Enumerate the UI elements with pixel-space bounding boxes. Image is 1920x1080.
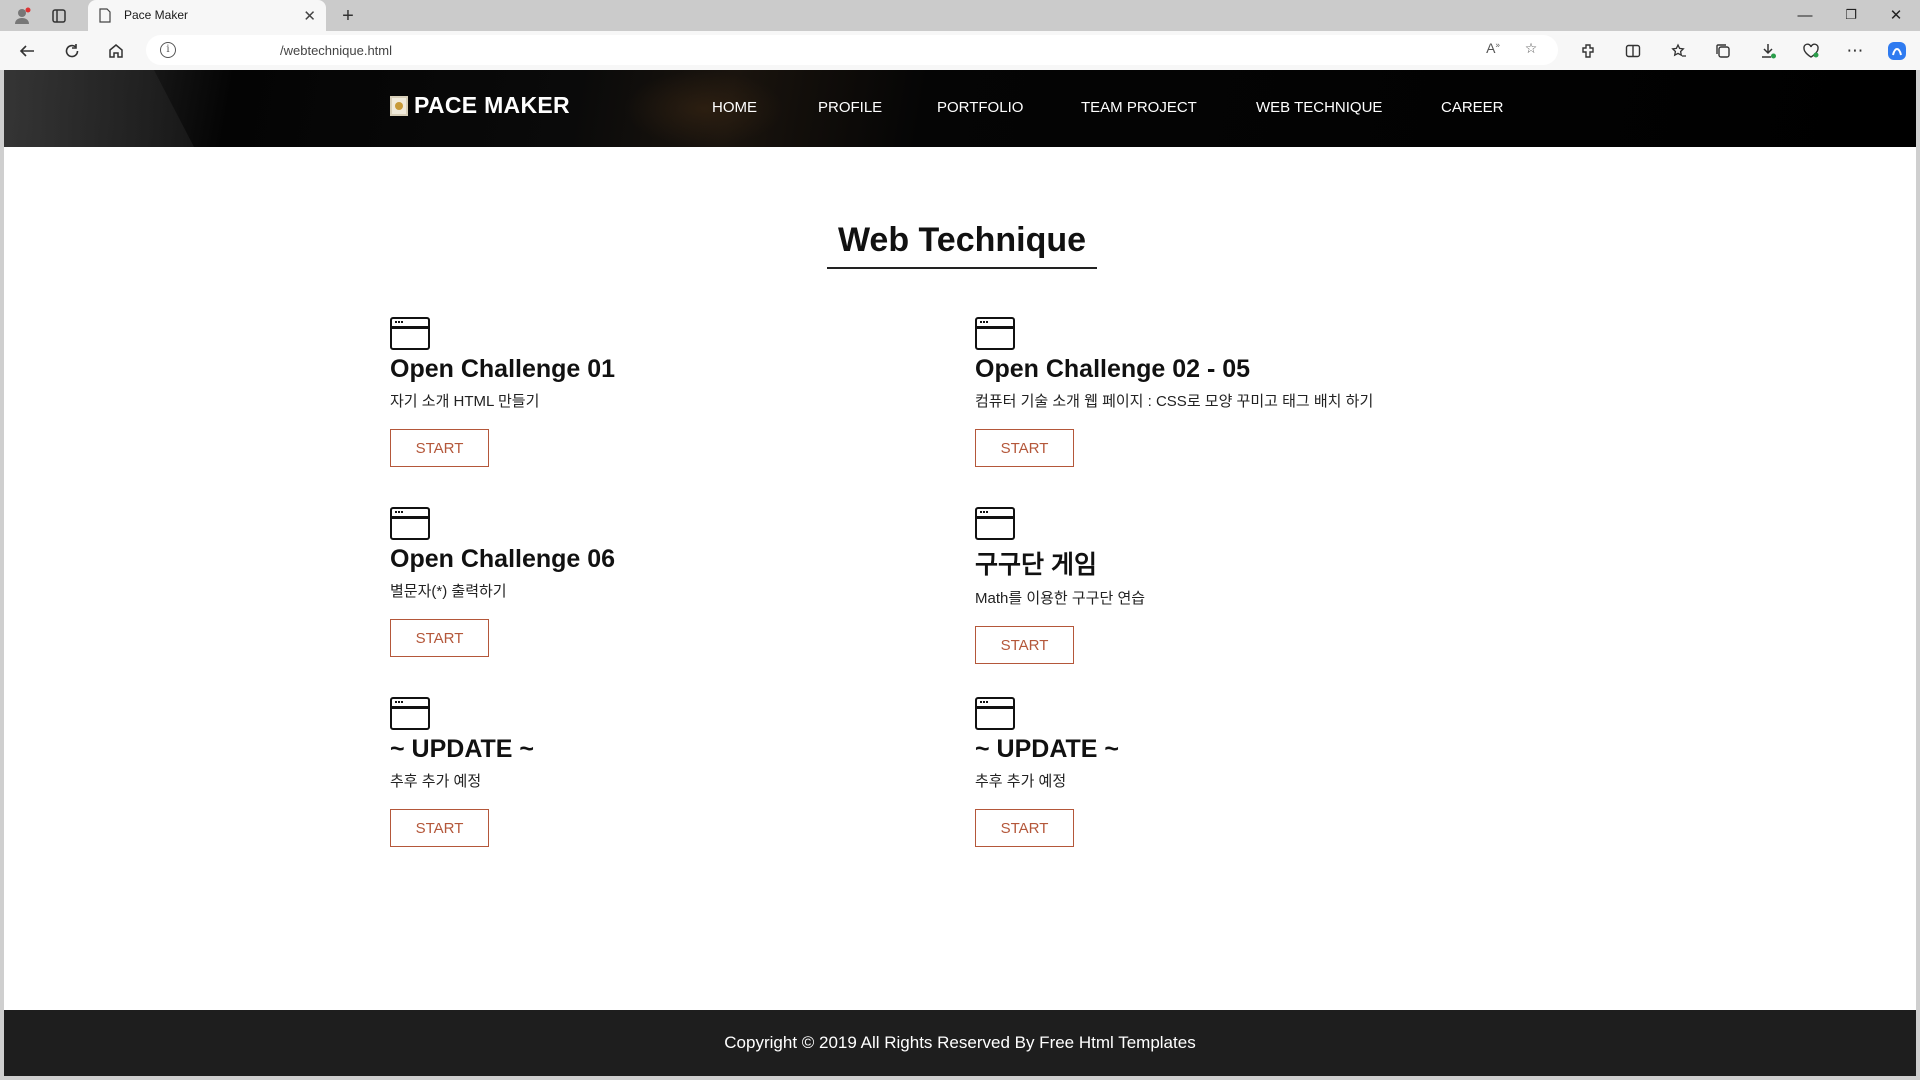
card-title: ~ UPDATE ~	[975, 735, 1120, 763]
card-open-challenge-01: Open Challenge 01 자기 소개 HTML 만들기 START	[390, 317, 950, 467]
nav-home[interactable]: HOME	[712, 99, 757, 116]
read-aloud-icon[interactable]: A»	[1482, 40, 1504, 60]
profile-icon[interactable]	[10, 4, 34, 28]
browser-window-icon	[975, 697, 1015, 730]
card-open-challenge-06: Open Challenge 06 별문자(*) 출력하기 START	[390, 507, 950, 657]
url-text[interactable]: /webtechnique.html	[280, 43, 392, 58]
copyright-text: Copyright © 2019 All Rights Reserved By …	[724, 1033, 1196, 1052]
tab-title: Pace Maker	[124, 8, 189, 22]
favorites-icon[interactable]	[1666, 38, 1692, 64]
card-title: Open Challenge 01	[390, 355, 616, 383]
start-button[interactable]: START	[390, 619, 489, 657]
card-description: Math를 이용한 구구단 연습	[975, 590, 1146, 607]
back-icon[interactable]	[14, 38, 40, 64]
nav-career[interactable]: CAREER	[1441, 99, 1504, 116]
site-header: PACE MAKER HOME PROFILE PORTFOLIO TEAM P…	[4, 70, 1916, 147]
start-button[interactable]: START	[975, 429, 1074, 467]
nav-team-project[interactable]: TEAM PROJECT	[1081, 99, 1197, 116]
browser-tab-bar: Pace Maker ✕ + — ❐ ✕	[0, 0, 1920, 31]
browser-window-icon	[975, 317, 1015, 350]
start-button[interactable]: START	[975, 809, 1074, 847]
home-icon[interactable]	[103, 38, 129, 64]
card-title: Open Challenge 02 - 05	[975, 355, 1251, 383]
nav-web-technique[interactable]: WEB TECHNIQUE	[1256, 99, 1382, 116]
tab-close-icon[interactable]: ✕	[303, 7, 316, 25]
browser-window-icon	[390, 507, 430, 540]
restore-icon[interactable]: ❐	[1831, 3, 1871, 27]
close-window-icon[interactable]: ✕	[1876, 3, 1916, 27]
start-button[interactable]: START	[975, 626, 1074, 664]
card-description: 컴퓨터 기술 소개 웹 페이지 : CSS로 모양 꾸미고 태그 배치 하기	[975, 393, 1374, 410]
logo-text: PACE MAKER	[414, 92, 570, 118]
browser-window-icon	[975, 507, 1015, 540]
copilot-icon[interactable]	[1884, 38, 1910, 64]
header-background-shape	[4, 70, 194, 147]
card-open-challenge-02-05: Open Challenge 02 - 05 컴퓨터 기술 소개 웹 페이지 :…	[975, 317, 1535, 467]
browser-window-icon	[390, 317, 430, 350]
page-title: Web Technique	[826, 221, 1098, 269]
favorite-star-icon[interactable]: ☆	[1520, 40, 1542, 60]
extensions-icon[interactable]	[1575, 38, 1601, 64]
site-footer: Copyright © 2019 All Rights Reserved By …	[4, 1010, 1916, 1076]
nav-portfolio[interactable]: PORTFOLIO	[937, 99, 1023, 116]
card-description: 별문자(*) 출력하기	[390, 583, 507, 600]
card-description: 자기 소개 HTML 만들기	[390, 393, 540, 410]
start-button[interactable]: START	[390, 809, 489, 847]
info-icon[interactable]: i	[160, 42, 176, 58]
page-viewport: PACE MAKER HOME PROFILE PORTFOLIO TEAM P…	[4, 70, 1916, 1076]
downloads-icon[interactable]	[1755, 38, 1781, 64]
address-bar[interactable]: i /webtechnique.html A» ☆	[146, 35, 1558, 65]
card-update-right: ~ UPDATE ~ 추후 추가 예정 START	[975, 697, 1535, 847]
browser-toolbar: i /webtechnique.html A» ☆ ⋯	[0, 31, 1920, 70]
collections-icon[interactable]	[1710, 38, 1736, 64]
header-background-glow	[624, 70, 784, 147]
start-button[interactable]: START	[390, 429, 489, 467]
minimize-icon[interactable]: —	[1785, 3, 1825, 27]
card-description: 추후 추가 예정	[390, 773, 482, 790]
card-title: 구구단 게임	[975, 551, 1097, 579]
card-title: ~ UPDATE ~	[390, 735, 535, 763]
browser-essentials-icon[interactable]	[1798, 38, 1824, 64]
browser-window-icon	[390, 697, 430, 730]
card-title: Open Challenge 06	[390, 545, 616, 573]
logo-icon	[390, 95, 408, 116]
new-tab-icon[interactable]: +	[336, 4, 360, 28]
site-logo[interactable]: PACE MAKER	[390, 92, 570, 119]
more-options-icon[interactable]: ⋯	[1842, 38, 1868, 64]
page-title-wrap: Web Technique	[4, 221, 1916, 269]
nav-profile[interactable]: PROFILE	[818, 99, 882, 116]
split-screen-icon[interactable]	[1620, 38, 1646, 64]
browser-tab[interactable]: Pace Maker ✕	[88, 0, 326, 31]
card-gugudan-game: 구구단 게임 Math를 이용한 구구단 연습 START	[975, 507, 1535, 664]
card-description: 추후 추가 예정	[975, 773, 1067, 790]
page-icon	[99, 8, 111, 23]
tab-actions-icon[interactable]	[47, 4, 71, 28]
card-update-left: ~ UPDATE ~ 추후 추가 예정 START	[390, 697, 950, 847]
refresh-icon[interactable]	[59, 38, 85, 64]
